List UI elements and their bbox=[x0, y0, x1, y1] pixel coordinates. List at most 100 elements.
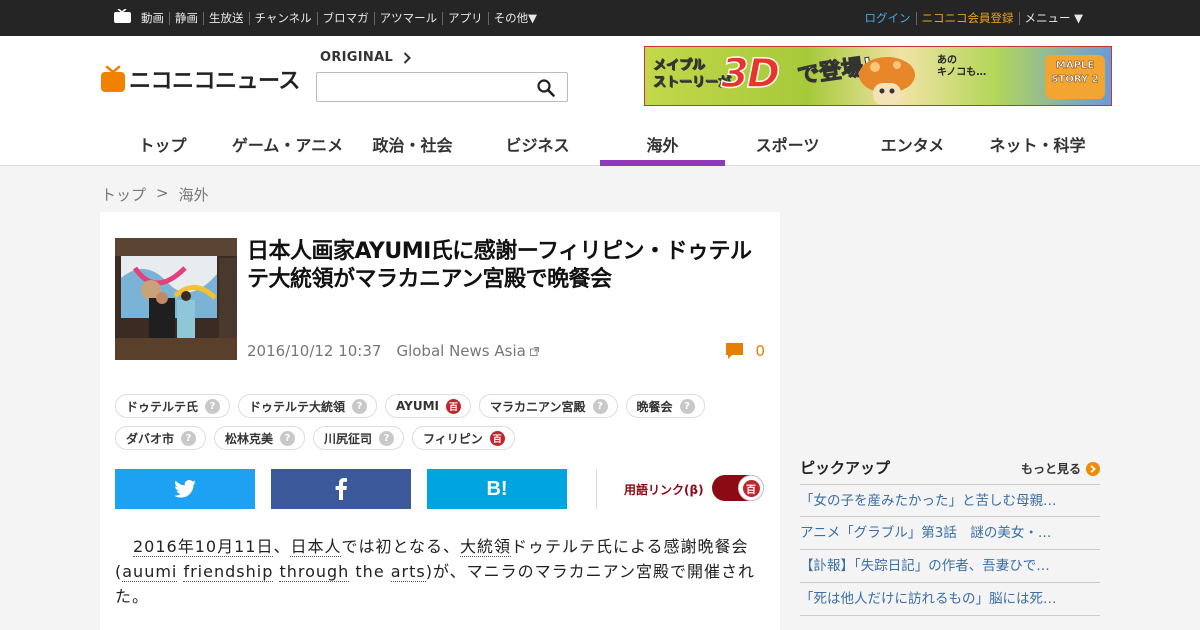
tag-item[interactable]: ダバオ市? bbox=[115, 426, 207, 450]
body-text: では初となる、 bbox=[341, 537, 461, 556]
question-icon[interactable]: ? bbox=[679, 398, 695, 414]
pickup-list: 「女の子を産みたかった」と苦しむ母親… アニメ「グラブル」第3話 謎の美女・… … bbox=[800, 484, 1100, 616]
category-tab-top[interactable]: トップ bbox=[100, 122, 225, 166]
original-link[interactable]: ORIGINAL bbox=[320, 50, 411, 65]
global-nav-item-seiga[interactable]: 静画 bbox=[169, 11, 203, 25]
glossary-link-toggle[interactable]: 百 bbox=[712, 475, 764, 501]
share-buttons: B! bbox=[115, 469, 567, 509]
question-icon[interactable]: ? bbox=[352, 398, 368, 414]
register-link[interactable]: ニコニコ会員登録 bbox=[915, 11, 1019, 25]
tag-label: マラカニアン宮殿 bbox=[490, 399, 586, 414]
pickup-header: ピックアップ もっと見る bbox=[800, 455, 1100, 479]
tag-item[interactable]: 晩餐会? bbox=[625, 394, 705, 418]
article-card: 日本人画家AYUMI氏に感謝ーフィリピン・ドゥテルテ大統領がマラカニアン宮殿で晩… bbox=[100, 212, 780, 630]
breadcrumb-current[interactable]: 海外 bbox=[179, 184, 209, 205]
hatena-bookmark-icon: B! bbox=[486, 477, 508, 500]
chevron-right-icon bbox=[403, 51, 411, 64]
tag-item[interactable]: AYUMI 百 bbox=[385, 394, 472, 418]
glossary-link[interactable]: 2016年10月11日 bbox=[133, 537, 274, 557]
glossary-link[interactable]: friendship bbox=[183, 562, 274, 582]
twitter-share-button[interactable] bbox=[115, 469, 255, 509]
glossary-link-label: 用語リンク(β) bbox=[624, 483, 704, 497]
category-tab-game-anime[interactable]: ゲーム・アニメ bbox=[225, 122, 350, 166]
tag-label: AYUMI bbox=[396, 399, 440, 413]
glossary-link[interactable]: auumi bbox=[122, 562, 178, 582]
tag-label: 松林克美 bbox=[225, 431, 274, 446]
global-nav-item-app[interactable]: アプリ bbox=[442, 11, 488, 25]
question-icon[interactable]: ? bbox=[379, 430, 395, 446]
pickup-item[interactable]: アニメ「グラブル」第3話 謎の美女・… bbox=[800, 517, 1100, 550]
tag-list: ドゥテルテ氏? ドゥテルテ大統領? AYUMI 百 マラカニアン宮殿? 晩餐会? … bbox=[115, 394, 765, 458]
ad-banner[interactable]: メイプル ストーリーが 3D で登場! あの キノコも… MAPLE STORY… bbox=[644, 46, 1112, 106]
tag-item[interactable]: マラカニアン宮殿? bbox=[479, 394, 618, 418]
question-icon[interactable]: ? bbox=[205, 398, 221, 414]
search-icon[interactable] bbox=[537, 79, 555, 97]
external-link-icon bbox=[529, 346, 539, 356]
global-nav-account: ログイン ニコニコ会員登録 メニュー ▼ bbox=[860, 0, 1089, 36]
tag-item[interactable]: ドゥテルテ大統領? bbox=[238, 394, 378, 418]
global-nav-item-atsumaru[interactable]: アツマール bbox=[373, 11, 443, 25]
global-nav-item-live[interactable]: 生放送 bbox=[203, 11, 249, 25]
category-nav: トップ ゲーム・アニメ 政治・社会 ビジネス 海外 スポーツ エンタメ ネット・… bbox=[100, 122, 1100, 166]
pickup-item[interactable]: 【訃報】「失踪日記」の作者、吾妻ひで… bbox=[800, 550, 1100, 583]
global-nav-item-channel[interactable]: チャンネル bbox=[248, 11, 317, 25]
body-text: 、 bbox=[273, 537, 291, 556]
article-thumbnail[interactable] bbox=[115, 238, 237, 360]
tag-item[interactable]: フィリピン百 bbox=[412, 426, 515, 450]
menu-dropdown[interactable]: メニュー ▼ bbox=[1018, 11, 1089, 25]
site-header: ニコニコニュース ORIGINAL メイプル ストーリーが 3D で登場! あの… bbox=[0, 36, 1200, 166]
banner-mushroom-line2: キノコも… bbox=[937, 67, 987, 78]
banner-line1: メイプル bbox=[653, 58, 706, 74]
article-source-link[interactable]: Global News Asia bbox=[396, 342, 525, 360]
tag-label: ダバオ市 bbox=[126, 431, 175, 446]
tag-item[interactable]: 川尻征司? bbox=[313, 426, 405, 450]
global-nav-item-blomaga[interactable]: ブロマガ bbox=[316, 11, 374, 25]
glossary-link[interactable]: 日本人 bbox=[290, 537, 342, 557]
tag-item[interactable]: ドゥテルテ氏? bbox=[115, 394, 231, 418]
niconico-tv-icon[interactable] bbox=[114, 9, 131, 23]
maplestory2-logo: MAPLE STORY 2 bbox=[1045, 55, 1105, 99]
glossary-link[interactable]: arts bbox=[390, 562, 426, 582]
pickup-item[interactable]: 「死は他人だけに訪れるもの」脳には死… bbox=[800, 583, 1100, 616]
global-nav-item-other[interactable]: その他▼ bbox=[487, 11, 542, 25]
facebook-share-button[interactable] bbox=[271, 469, 411, 509]
comment-counter[interactable]: 0 bbox=[726, 342, 765, 360]
glossary-link[interactable]: through bbox=[279, 562, 350, 582]
tag-label: 晩餐会 bbox=[636, 399, 673, 414]
hatena-bookmark-button[interactable]: B! bbox=[427, 469, 567, 509]
login-link[interactable]: ログイン bbox=[860, 11, 916, 25]
site-logo[interactable]: ニコニコニュース bbox=[100, 63, 300, 95]
tag-row: ドゥテルテ氏? ドゥテルテ大統領? AYUMI 百 マラカニアン宮殿? 晩餐会? bbox=[115, 394, 765, 418]
question-icon[interactable]: ? bbox=[181, 430, 197, 446]
tag-item[interactable]: 松林克美? bbox=[214, 426, 306, 450]
banner-mushroom-line1: あの bbox=[937, 55, 957, 66]
category-tab-sports[interactable]: スポーツ bbox=[725, 122, 850, 166]
pickup-title: ピックアップ bbox=[800, 459, 891, 477]
banner-3d-text: 3D bbox=[720, 50, 780, 97]
search-box bbox=[316, 72, 568, 102]
glossary-link[interactable]: 大統領 bbox=[460, 537, 512, 557]
category-tab-politics[interactable]: 政治・社会 bbox=[350, 122, 475, 166]
tag-label: 川尻征司 bbox=[324, 431, 373, 446]
dictionary-icon[interactable]: 百 bbox=[489, 430, 505, 446]
search-input[interactable] bbox=[317, 73, 529, 101]
article-meta: 2016/10/12 10:37 Global News Asia bbox=[247, 342, 539, 360]
more-link[interactable]: もっと見る bbox=[1021, 460, 1100, 477]
category-tab-entertainment[interactable]: エンタメ bbox=[850, 122, 975, 166]
original-label: ORIGINAL bbox=[320, 50, 394, 65]
arrow-right-circle-icon bbox=[1086, 461, 1100, 476]
dictionary-icon[interactable]: 百 bbox=[446, 398, 462, 414]
category-tab-net-science[interactable]: ネット・科学 bbox=[975, 122, 1100, 166]
category-tab-world[interactable]: 海外 bbox=[600, 122, 725, 166]
question-icon[interactable]: ? bbox=[592, 398, 608, 414]
category-tab-business[interactable]: ビジネス bbox=[475, 122, 600, 166]
article-title: 日本人画家AYUMI氏に感謝ーフィリピン・ドゥテルテ大統領がマラカニアン宮殿で晩… bbox=[247, 239, 752, 292]
tag-label: フィリピン bbox=[423, 431, 483, 446]
breadcrumb-home[interactable]: トップ bbox=[101, 184, 146, 205]
banner-mushroom-caption: あの キノコも… bbox=[937, 55, 986, 79]
question-icon[interactable]: ? bbox=[280, 430, 296, 446]
global-nav-item-video[interactable]: 動画 bbox=[136, 11, 169, 25]
pickup-item[interactable]: 「女の子を産みたかった」と苦しむ母親… bbox=[800, 484, 1100, 517]
toggle-knob: 百 bbox=[738, 475, 764, 501]
article-date: 2016/10/12 10:37 bbox=[247, 342, 382, 360]
